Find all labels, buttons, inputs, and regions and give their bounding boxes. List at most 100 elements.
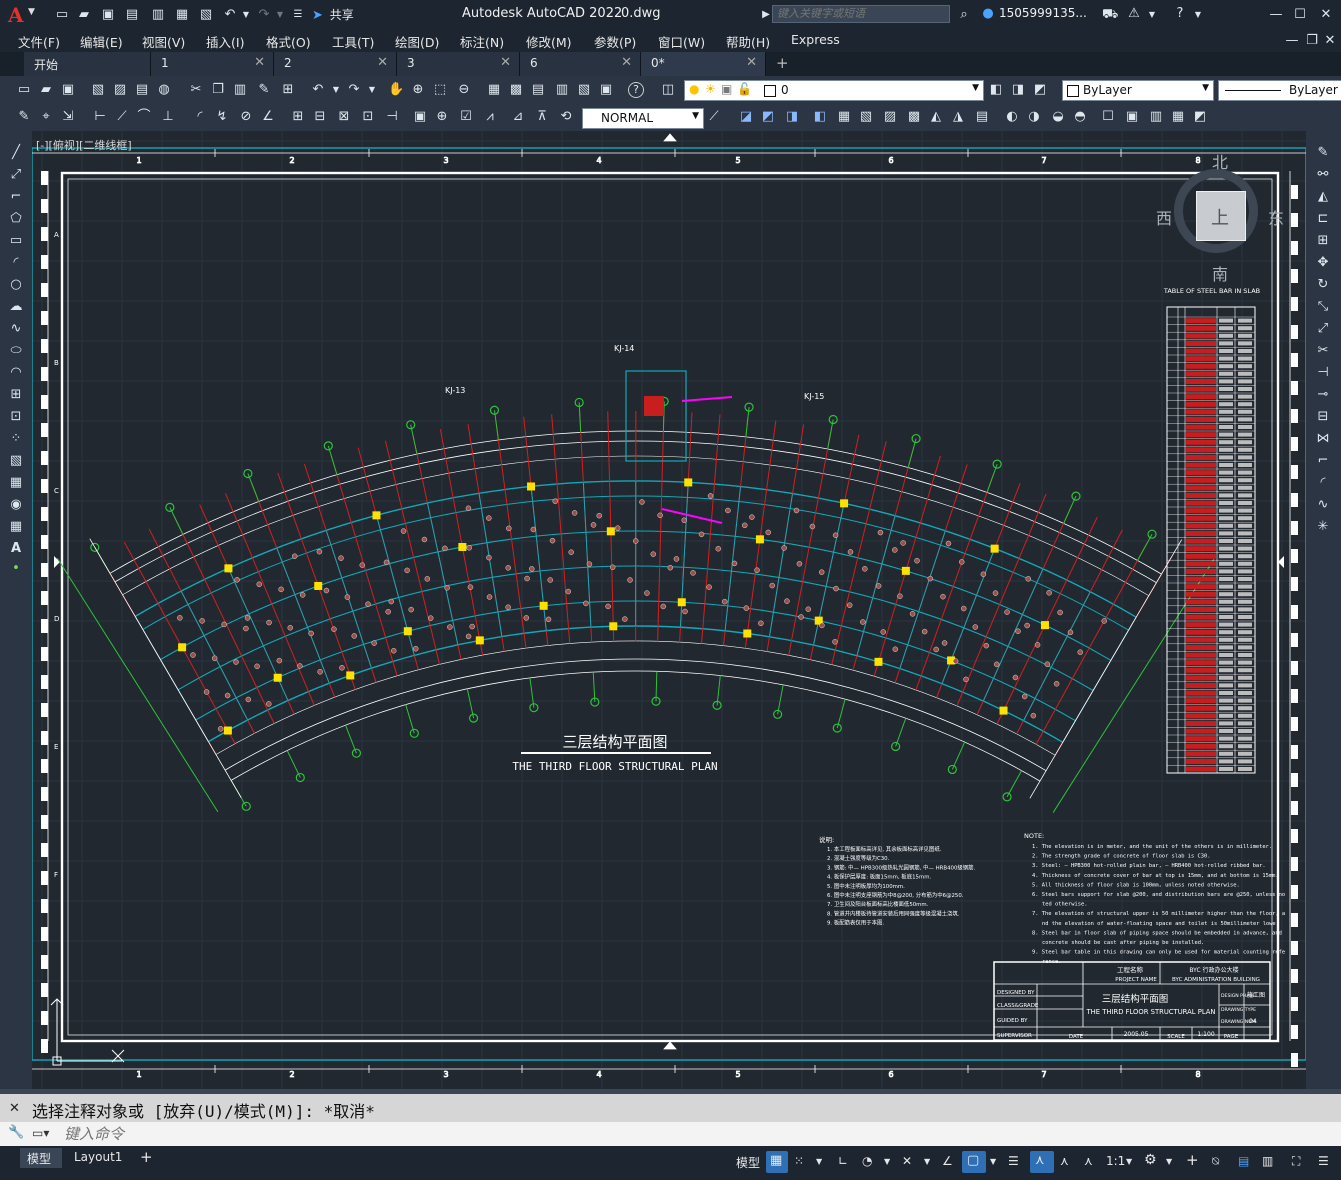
drawing-canvas[interactable]: 12345678 12345678 ABCDEF KJ-13 KJ-14 KJ-15…: [32, 131, 1306, 1089]
quickcalc-icon[interactable]: ▣: [598, 82, 614, 98]
plot-icon[interactable]: ▧: [90, 82, 106, 98]
presspull-icon[interactable]: ▦: [1170, 109, 1186, 125]
doc-restore-icon[interactable]: ❐: [1304, 33, 1320, 49]
check-icon[interactable]: ☐: [1100, 109, 1116, 125]
tab-file-3[interactable]: 3 ✕: [397, 52, 520, 76]
user-name[interactable]: 1505999135...: [999, 6, 1087, 20]
fillet-icon[interactable]: ◜: [1315, 475, 1331, 491]
polyline-icon[interactable]: ⌐: [8, 189, 24, 205]
dim-baseline-icon[interactable]: ⊟: [312, 109, 328, 125]
annotation-scale-value[interactable]: 1:1: [1106, 1154, 1125, 1168]
ortho-icon[interactable]: ∟: [838, 1154, 848, 1168]
quick-dim-icon[interactable]: ⊞: [290, 109, 306, 125]
grid-toggle[interactable]: ▦: [766, 1151, 788, 1173]
arc-icon[interactable]: ◜: [8, 255, 24, 271]
union-icon[interactable]: ◪: [738, 109, 754, 125]
polygon-icon[interactable]: ⬠: [8, 211, 24, 227]
polar-dropdown-icon[interactable]: ▼: [884, 1157, 890, 1166]
viewport-controls-label[interactable]: [-][俯视][二维线框]: [36, 137, 132, 153]
snap-mode-icon[interactable]: ⁙: [794, 1154, 804, 1168]
plot-preview-icon[interactable]: ▨: [112, 82, 128, 98]
block-editor-icon[interactable]: ⊞: [280, 82, 296, 98]
save-icon[interactable]: ▣: [100, 7, 116, 23]
rotate-icon[interactable]: ↻: [1315, 277, 1331, 293]
copy-icon[interactable]: ❐: [210, 82, 226, 98]
snap-dropdown-icon[interactable]: ▼: [816, 1157, 822, 1166]
copy-object-icon[interactable]: ⚯: [1315, 167, 1331, 183]
dim-angular-icon[interactable]: ∠: [260, 109, 276, 125]
dim-inspect-icon[interactable]: ☑: [458, 109, 474, 125]
app-dropdown-icon[interactable]: ▼: [1144, 7, 1160, 23]
auto-scale-icon[interactable]: ⋏: [1060, 1154, 1069, 1168]
spline-icon[interactable]: ∿: [8, 321, 24, 337]
undo-dropdown-icon[interactable]: ▼: [238, 7, 254, 23]
color-faces-icon[interactable]: ▤: [974, 109, 990, 125]
annotation-visibility-toggle[interactable]: ⋏: [1030, 1151, 1054, 1173]
multiline-text-icon[interactable]: A: [8, 541, 24, 557]
command-close-icon[interactable]: ✕: [9, 1101, 20, 1116]
dim-linear-icon[interactable]: ⊢: [92, 109, 108, 125]
delete-faces-icon[interactable]: ▨: [882, 109, 898, 125]
jogged-linear-icon[interactable]: ⩘: [482, 109, 498, 125]
move-faces-icon[interactable]: ▦: [836, 109, 852, 125]
pan-icon[interactable]: ✋: [388, 82, 404, 98]
export-icon[interactable]: ▦: [174, 7, 190, 23]
extend-icon[interactable]: ⊣: [1315, 365, 1331, 381]
sheet-set-icon[interactable]: ▥: [554, 82, 570, 98]
dim-aligned-icon[interactable]: ⟋: [114, 109, 130, 125]
qnew-icon[interactable]: ▭: [16, 82, 32, 98]
command-prompt-icon[interactable]: ▭▾: [32, 1126, 49, 1140]
undo-dropdown-icon[interactable]: ▼: [328, 82, 344, 98]
extract-edges-icon[interactable]: ▣: [1124, 109, 1140, 125]
layout-tab-model[interactable]: 模型: [20, 1148, 62, 1168]
layer-dropdown[interactable]: ● ☀ ▣ 🔓 0 ▼: [684, 80, 984, 101]
tab-close-icon[interactable]: ✕: [621, 55, 632, 70]
layer-previous-icon[interactable]: ◨: [1010, 82, 1026, 98]
dim-arc-icon[interactable]: ⌒: [136, 109, 152, 125]
iso-dropdown-icon[interactable]: ▼: [924, 1157, 930, 1166]
insert-block-icon[interactable]: ⊞: [8, 387, 24, 403]
cut-icon[interactable]: ✂: [188, 82, 204, 98]
customize-icon[interactable]: 🔧: [8, 1125, 24, 1140]
offset-icon[interactable]: ⊏: [1315, 211, 1331, 227]
units-icon[interactable]: ⍉: [1212, 1154, 1219, 1169]
viewcube[interactable]: 上 北 南 西 东: [1156, 153, 1284, 284]
section-icon[interactable]: ◩: [1192, 109, 1208, 125]
dim-break-icon[interactable]: ⊣: [384, 109, 400, 125]
osnap-dropdown-icon[interactable]: ▼: [990, 1157, 996, 1166]
viewcube-west[interactable]: 西: [1156, 205, 1172, 229]
markup-icon[interactable]: ▧: [576, 82, 592, 98]
menu-modify[interactable]: 修改(M): [526, 32, 572, 51]
hatch-icon[interactable]: ▧: [8, 453, 24, 469]
clean-icon[interactable]: ◑: [1026, 109, 1042, 125]
ellipse-arc-icon[interactable]: ◠: [8, 365, 24, 381]
redo-icon[interactable]: ↷: [346, 82, 362, 98]
paste-icon[interactable]: ▥: [232, 82, 248, 98]
menu-edit[interactable]: 编辑(E): [80, 32, 123, 51]
intersect-icon[interactable]: ◨: [784, 109, 800, 125]
dim-update-icon[interactable]: ⇲: [60, 109, 76, 125]
doc-minimize-icon[interactable]: —: [1284, 33, 1300, 49]
publish-icon[interactable]: ▥: [150, 7, 166, 23]
help-icon[interactable]: ?: [628, 82, 644, 98]
dim-jogged-icon[interactable]: ↯: [214, 109, 230, 125]
menu-help[interactable]: 帮助(H): [726, 32, 770, 51]
menu-view[interactable]: 视图(V): [142, 32, 185, 51]
command-input[interactable]: [62, 1123, 1336, 1146]
dim-edit-icon[interactable]: ⌖: [38, 109, 54, 125]
blend-icon[interactable]: ∿: [1315, 497, 1331, 513]
tab-close-icon[interactable]: ✕: [377, 55, 388, 70]
center-mark-icon[interactable]: ⊕: [434, 109, 450, 125]
redo-dropdown-icon[interactable]: ▼: [272, 7, 288, 23]
linetype-dropdown[interactable]: ByLayer: [1218, 80, 1341, 101]
shell-icon[interactable]: ◓: [1072, 109, 1088, 125]
redo-icon[interactable]: ↷: [256, 7, 272, 23]
search-input[interactable]: [772, 5, 950, 23]
chamfer-icon[interactable]: ⌐: [1315, 453, 1331, 469]
fullscreen-icon[interactable]: ⛶: [1292, 1154, 1300, 1169]
zoom-realtime-icon[interactable]: ⊕: [410, 82, 426, 98]
undo-icon[interactable]: ↶: [222, 7, 238, 23]
menu-format[interactable]: 格式(O): [266, 32, 311, 51]
help-dropdown-icon[interactable]: ▼: [1190, 7, 1206, 23]
design-center-icon[interactable]: ▩: [508, 82, 524, 98]
